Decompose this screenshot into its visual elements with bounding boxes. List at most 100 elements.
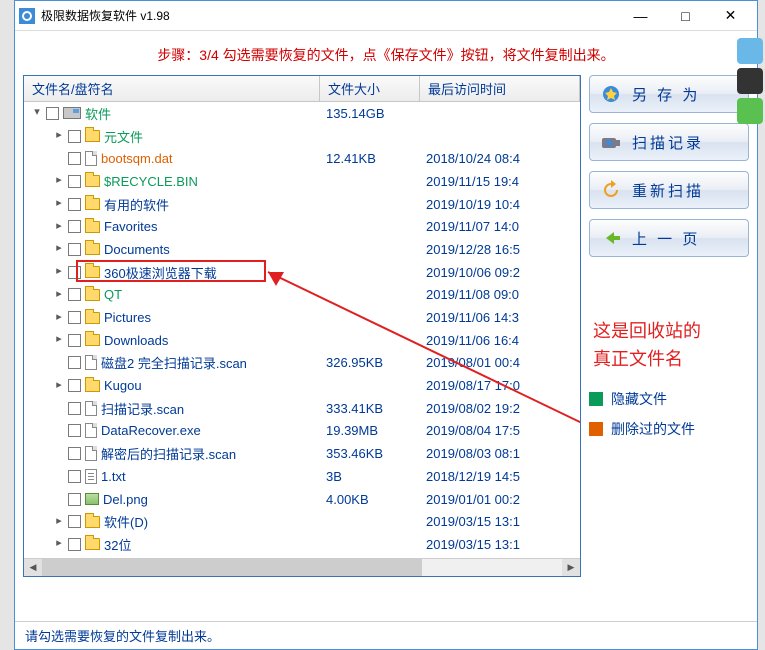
expand-icon[interactable]: ▸: [52, 333, 66, 347]
tree-row[interactable]: DataRecover.exe19.39MB2019/08/04 17:5: [24, 420, 580, 443]
tree-row[interactable]: ▸QT2019/11/08 09:0: [24, 284, 580, 307]
header-size[interactable]: 文件大小: [320, 76, 420, 101]
expand-icon[interactable]: [52, 356, 66, 370]
tree-row[interactable]: ▸ 元文件: [24, 125, 580, 148]
expand-icon[interactable]: [52, 152, 66, 166]
tree-row[interactable]: ▸Documents2019/12/28 16:5: [24, 238, 580, 261]
checkbox[interactable]: [68, 198, 81, 211]
item-name: 软件(D): [104, 512, 148, 531]
tree-row[interactable]: ▸$RECYCLE.BIN2019/11/15 19:4: [24, 170, 580, 193]
tree-row[interactable]: Del.png4.00KB2019/01/01 00:2: [24, 488, 580, 511]
item-time: 2018/10/24 08:4: [420, 151, 580, 166]
tree-row[interactable]: 磁盘2 完全扫描记录.scan326.95KB2019/08/01 00:4: [24, 352, 580, 375]
checkbox[interactable]: [68, 379, 81, 392]
checkbox[interactable]: [68, 266, 81, 279]
file-icon: [85, 469, 97, 484]
checkbox[interactable]: [68, 538, 81, 551]
expand-icon[interactable]: ▸: [52, 379, 66, 393]
expand-icon[interactable]: [52, 447, 66, 461]
tree-row[interactable]: 解密后的扫描记录.scan353.46KB2019/08/03 08:1: [24, 442, 580, 465]
close-button[interactable]: ✕: [708, 2, 753, 30]
scroll-left-icon[interactable]: ◀: [24, 559, 42, 576]
file-icon: [85, 423, 97, 438]
tree-row[interactable]: 扫描记录.scan333.41KB2019/08/02 19:2: [24, 397, 580, 420]
item-name: 元文件: [104, 127, 143, 146]
rescan-button[interactable]: 重新扫描: [589, 171, 749, 209]
scroll-right-icon[interactable]: ▶: [562, 559, 580, 576]
checkbox[interactable]: [68, 447, 81, 460]
tree-row[interactable]: ▸软件(D)2019/03/15 13:1: [24, 510, 580, 533]
checkbox[interactable]: [46, 107, 59, 120]
tree-row[interactable]: ▸360极速浏览器下载2019/10/06 09:2: [24, 261, 580, 284]
expand-icon[interactable]: ▸: [52, 242, 66, 256]
expand-icon[interactable]: ▸: [52, 197, 66, 211]
scan-log-button[interactable]: 扫描记录: [589, 123, 749, 161]
back-button[interactable]: 上 一 页: [589, 219, 749, 257]
tree-row[interactable]: ▾软件135.14GB: [24, 102, 580, 125]
tree-row[interactable]: 1.txt3B2018/12/19 14:5: [24, 465, 580, 488]
horizontal-scrollbar[interactable]: ◀ ▶: [24, 558, 580, 576]
checkbox[interactable]: [68, 424, 81, 437]
checkbox[interactable]: [68, 493, 81, 506]
checkbox[interactable]: [68, 152, 81, 165]
expand-icon[interactable]: ▸: [52, 220, 66, 234]
maximize-button[interactable]: □: [663, 2, 708, 30]
expand-icon[interactable]: ▸: [52, 265, 66, 279]
item-name: bootsqm.dat: [101, 151, 173, 166]
tree-row[interactable]: ▸有用的软件2019/10/19 10:4: [24, 193, 580, 216]
minimize-button[interactable]: —: [618, 2, 663, 30]
expand-icon[interactable]: ▸: [52, 288, 66, 302]
header-time[interactable]: 最后访问时间: [420, 76, 580, 101]
expand-icon[interactable]: [52, 492, 66, 506]
folder-icon: [85, 221, 100, 233]
expand-icon[interactable]: [52, 424, 66, 438]
checkbox[interactable]: [68, 288, 81, 301]
checkbox[interactable]: [68, 402, 81, 415]
item-size: 12.41KB: [320, 151, 420, 166]
expand-icon[interactable]: ▸: [52, 129, 66, 143]
scroll-thumb[interactable]: [42, 559, 422, 576]
folder-icon: [85, 266, 100, 278]
desktop-dock: [734, 34, 765, 128]
expand-icon[interactable]: ▸: [52, 174, 66, 188]
item-time: 2019/11/06 14:3: [420, 310, 580, 325]
expand-icon[interactable]: [52, 469, 66, 483]
file-icon: [85, 493, 99, 505]
folder-icon: [85, 312, 100, 324]
tree-row[interactable]: ▸Downloads2019/11/06 16:4: [24, 329, 580, 352]
item-name: 解密后的扫描记录.scan: [101, 444, 236, 463]
header-name[interactable]: 文件名/盘符名: [24, 76, 320, 101]
checkbox[interactable]: [68, 243, 81, 256]
checkbox[interactable]: [68, 334, 81, 347]
dock-icon-2[interactable]: [737, 68, 763, 94]
expand-icon[interactable]: [52, 401, 66, 415]
dock-icon-3[interactable]: [737, 98, 763, 124]
expand-icon[interactable]: ▸: [52, 537, 66, 551]
dock-icon-1[interactable]: [737, 38, 763, 64]
tree-row[interactable]: ▸Favorites2019/11/07 14:0: [24, 215, 580, 238]
legend-hidden: 隐藏文件: [589, 389, 751, 409]
item-time: 2019/11/07 14:0: [420, 219, 580, 234]
checkbox[interactable]: [68, 175, 81, 188]
checkbox[interactable]: [68, 220, 81, 233]
item-name: 32位: [104, 535, 131, 554]
tree-row[interactable]: bootsqm.dat 12.41KB2018/10/24 08:4: [24, 147, 580, 170]
tree-row[interactable]: ▸Kugou2019/08/17 17:0: [24, 374, 580, 397]
drive-icon: [63, 107, 81, 119]
checkbox[interactable]: [68, 130, 81, 143]
expand-icon[interactable]: ▸: [52, 311, 66, 325]
folder-icon: [85, 380, 100, 392]
checkbox[interactable]: [68, 470, 81, 483]
swatch-deleted: [589, 422, 603, 436]
folder-icon: [85, 198, 100, 210]
tree-row[interactable]: ▸Pictures2019/11/06 14:3: [24, 306, 580, 329]
save-as-button[interactable]: 另 存 为: [589, 75, 749, 113]
checkbox[interactable]: [68, 515, 81, 528]
item-name: Kugou: [104, 378, 142, 393]
expand-icon[interactable]: ▸: [52, 515, 66, 529]
checkbox[interactable]: [68, 311, 81, 324]
titlebar[interactable]: 极限数据恢复软件 v1.98 — □ ✕: [15, 1, 757, 31]
checkbox[interactable]: [68, 356, 81, 369]
expand-icon[interactable]: ▾: [30, 106, 44, 120]
tree-row[interactable]: ▸32位2019/03/15 13:1: [24, 533, 580, 556]
